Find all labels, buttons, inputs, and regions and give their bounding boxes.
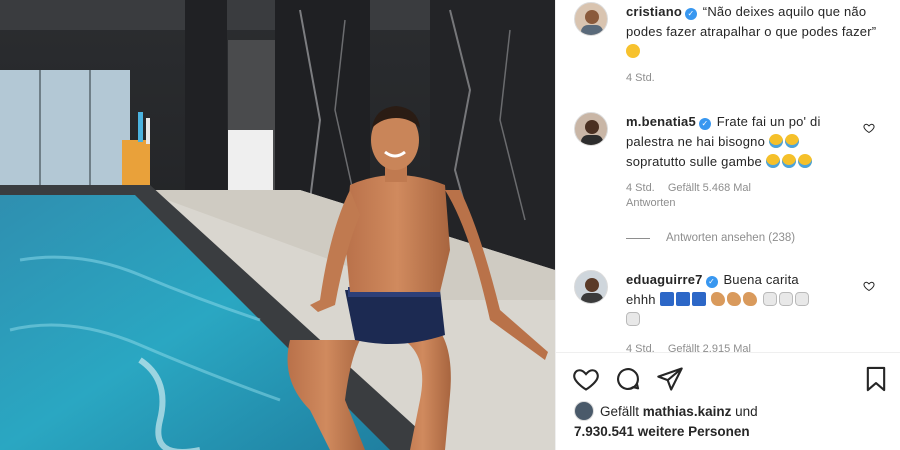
comment-text-continued: ehhh	[626, 292, 656, 307]
joy-emoji-icon	[768, 134, 783, 148]
flexed-biceps-emoji-icon	[711, 292, 726, 306]
bookmark-icon[interactable]	[862, 365, 890, 393]
likes-prefix: Gefällt	[600, 404, 640, 419]
comment-body: eduaguirre7 ✓ Buena carita ehhh	[626, 270, 866, 330]
goat-emoji-icon	[763, 292, 778, 306]
rofl-emoji-icon	[797, 154, 812, 168]
commenter-avatar[interactable]	[574, 112, 608, 146]
comment-meta: 4 Std. Gefällt 2.915 Mal	[626, 342, 761, 352]
caption-meta: 4 Std.	[626, 71, 665, 86]
comment-username[interactable]: m.benatia5	[626, 114, 696, 129]
comment-likes[interactable]: Gefällt 5.468 Mal	[668, 182, 751, 194]
likes-connector: und	[735, 404, 758, 419]
comment-meta: 4 Std. Gefällt 5.468 Mal Antworten	[626, 181, 766, 211]
comment-text: Buena carita	[723, 272, 799, 287]
heart-outline-icon[interactable]	[572, 365, 600, 393]
comment-like-heart-icon[interactable]	[863, 280, 875, 292]
comments-panel: cristiano ✓ “Não deixes aquilo que não po…	[555, 0, 900, 450]
blue-square-emoji-icon	[659, 292, 674, 306]
paper-plane-icon[interactable]	[656, 365, 684, 393]
verified-badge-icon: ✓	[684, 8, 697, 20]
author-username[interactable]: cristiano	[626, 4, 682, 19]
comment-text-continued: sopratutto sulle gambe	[626, 154, 762, 169]
replies-divider	[626, 237, 650, 239]
flexed-biceps-emoji-icon	[727, 292, 742, 306]
comment-username[interactable]: eduaguirre7	[626, 272, 703, 287]
likes-summary: Gefällt mathias.kainz und 7.930.541 weit…	[574, 401, 758, 442]
post-photo[interactable]	[0, 0, 555, 450]
likes-others-count[interactable]: 7.930.541 weitere Personen	[574, 424, 750, 439]
commenter-avatar[interactable]	[574, 270, 608, 304]
goat-emoji-icon	[795, 292, 810, 306]
comment-likes[interactable]: Gefällt 2.915 Mal	[668, 343, 751, 352]
author-avatar[interactable]	[574, 2, 608, 36]
caption-time: 4 Std.	[626, 72, 655, 84]
comment-body: m.benatia5 ✓ Frate fai un po' di palestra…	[626, 112, 866, 172]
blue-square-emoji-icon	[691, 292, 706, 306]
joy-emoji-icon	[784, 134, 799, 148]
comments-list[interactable]: cristiano ✓ “Não deixes aquilo que não po…	[556, 0, 900, 352]
verified-badge-icon: ✓	[705, 276, 718, 288]
liker-avatar[interactable]	[574, 401, 594, 421]
view-replies-label[interactable]: Antworten ansehen (238)	[666, 232, 795, 244]
comment-time: 4 Std.	[626, 343, 655, 352]
pool-photo-image	[0, 0, 555, 450]
caption-body: cristiano ✓ “Não deixes aquilo que não po…	[626, 2, 886, 62]
comment-time: 4 Std.	[626, 182, 655, 194]
rofl-emoji-icon	[765, 154, 780, 168]
flexed-biceps-emoji-icon	[743, 292, 758, 306]
speech-bubble-icon[interactable]	[614, 365, 642, 393]
verified-badge-icon: ✓	[698, 118, 711, 130]
comment-like-heart-icon[interactable]	[863, 122, 875, 134]
liker-username[interactable]: mathias.kainz	[643, 404, 732, 419]
post-actions: Gefällt mathias.kainz und 7.930.541 weit…	[556, 352, 900, 450]
smiling-face-emoji-icon	[626, 44, 640, 58]
view-replies-link[interactable]: Antworten ansehen (238)	[626, 232, 795, 244]
goat-emoji-icon	[626, 312, 640, 326]
blue-square-emoji-icon	[675, 292, 690, 306]
rofl-emoji-icon	[781, 154, 796, 168]
goat-emoji-icon	[779, 292, 794, 306]
reply-link[interactable]: Antworten	[626, 197, 676, 209]
